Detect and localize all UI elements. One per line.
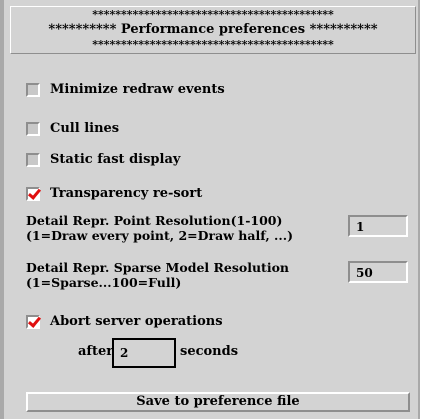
save-preference-file-button[interactable]: Save to preference file: [26, 392, 410, 412]
point-resolution-line1: Detail Repr. Point Resolution(1-100): [26, 213, 283, 228]
transparency-resort-label: Transparency re-sort: [50, 186, 203, 201]
sparse-resolution-line1: Detail Repr. Sparse Model Resolution: [26, 260, 290, 275]
section-header: ****************************************…: [10, 6, 416, 54]
minimize-redraw-label: Minimize redraw events: [50, 82, 225, 97]
abort-after-suffix: seconds: [180, 344, 239, 359]
sparse-resolution-label: Detail Repr. Sparse Model Resolution (1=…: [26, 260, 289, 290]
minimize-redraw-option[interactable]: Minimize redraw events: [26, 82, 225, 97]
point-resolution-label: Detail Repr. Point Resolution(1-100) (1=…: [26, 213, 293, 243]
header-stars-top: ****************************************…: [92, 8, 334, 21]
abort-server-checkbox[interactable]: [26, 314, 40, 329]
abort-seconds-input[interactable]: 2: [112, 338, 176, 368]
cull-lines-checkbox[interactable]: [26, 121, 40, 136]
minimize-redraw-checkbox[interactable]: [26, 82, 40, 97]
abort-after-suffix-row: seconds: [180, 344, 238, 359]
transparency-resort-checkbox[interactable]: [26, 186, 40, 201]
performance-preferences-panel: ****************************************…: [0, 0, 420, 419]
cull-lines-option[interactable]: Cull lines: [26, 121, 119, 136]
sparse-resolution-input[interactable]: 50: [348, 261, 408, 283]
abort-after-prefix: after: [78, 344, 114, 359]
header-title: ********** Performance preferences *****…: [48, 22, 378, 37]
static-fast-display-label: Static fast display: [50, 152, 181, 167]
cull-lines-label: Cull lines: [50, 121, 120, 136]
point-resolution-input[interactable]: 1: [348, 215, 408, 237]
header-stars-bottom: ****************************************…: [92, 38, 334, 51]
transparency-resort-option[interactable]: Transparency re-sort: [26, 186, 202, 201]
static-fast-display-checkbox[interactable]: [26, 152, 40, 167]
sparse-resolution-line2: (1=Sparse...100=Full): [26, 275, 182, 290]
point-resolution-line2: (1=Draw every point, 2=Draw half, ...): [26, 228, 294, 243]
abort-server-option[interactable]: Abort server operations: [26, 314, 223, 329]
abort-server-label: Abort server operations: [50, 314, 223, 329]
abort-after-row: after: [78, 344, 113, 359]
static-fast-display-option[interactable]: Static fast display: [26, 152, 180, 167]
